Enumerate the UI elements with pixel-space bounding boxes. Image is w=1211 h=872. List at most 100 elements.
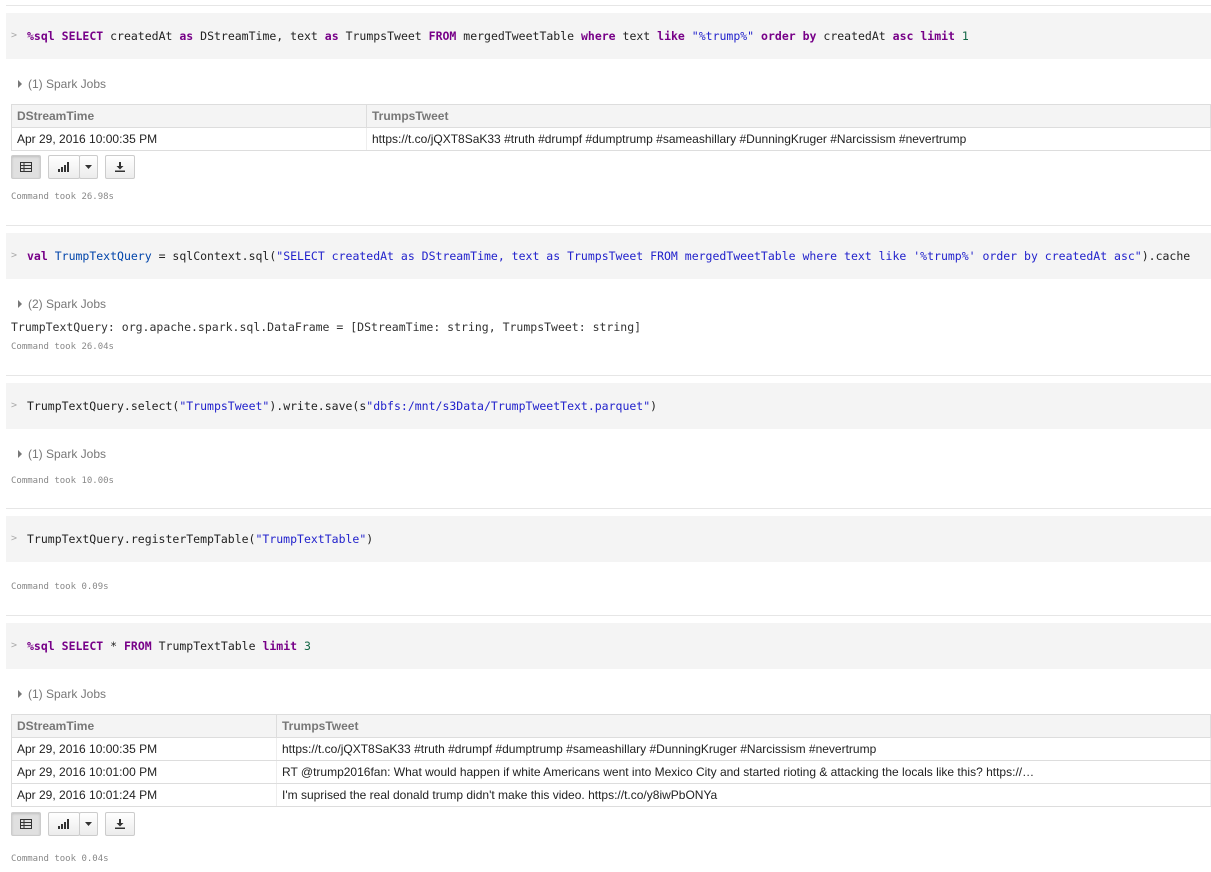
download-icon — [115, 819, 125, 829]
spark-jobs-toggle[interactable]: (2) Spark Jobs — [18, 297, 106, 311]
table-cell: Apr 29, 2016 10:01:00 PM — [11, 760, 277, 784]
spark-jobs-label: (1) Spark Jobs — [28, 447, 107, 461]
code-token: TrumpTextQuery.select( — [27, 399, 180, 413]
spark-jobs-label: (1) Spark Jobs — [28, 77, 107, 91]
code-token: "TrumpsTweet" — [179, 399, 270, 413]
command-editor[interactable]: > TrumpTextQuery.registerTempTable("Trum… — [6, 516, 1211, 562]
spark-jobs-label: (1) Spark Jobs — [28, 687, 107, 701]
code-token: limit — [262, 639, 298, 653]
code-token: TrumpTextQuery.registerTempTable( — [27, 532, 256, 546]
code-token: order — [761, 29, 796, 43]
download-button[interactable] — [105, 155, 135, 179]
code-token: TrumpsTweet — [338, 29, 429, 43]
command-took-label: Command took 0.09s — [11, 582, 109, 592]
notebook-cell-1: > %sql SELECT createdAt as DStreamTime, … — [6, 5, 1211, 213]
table-header-row: DStreamTime TrumpsTweet — [11, 714, 1211, 738]
table-view-button[interactable] — [11, 812, 41, 836]
code-line[interactable]: %sql SELECT * FROM TrumpTextTable limit … — [27, 623, 311, 669]
notebook-cell-4: > TrumpTextQuery.registerTempTable("Trum… — [6, 508, 1211, 603]
code-token: TrumpTextTable — [151, 639, 263, 653]
bar-chart-icon — [58, 162, 69, 172]
command-editor[interactable]: > val TrumpTextQuery = sqlContext.sql("S… — [6, 233, 1211, 279]
expand-arrow-icon — [18, 299, 22, 308]
code-token: like — [657, 29, 685, 43]
result-table: DStreamTime TrumpsTweet Apr 29, 2016 10:… — [11, 104, 1211, 151]
code-line[interactable]: val TrumpTextQuery = sqlContext.sql("SEL… — [27, 233, 1190, 279]
command-took-label: Command took 10.00s — [11, 476, 114, 486]
spark-jobs-toggle[interactable]: (1) Spark Jobs — [18, 447, 106, 461]
code-token: createdAt — [816, 29, 893, 43]
column-header[interactable]: TrumpsTweet — [276, 714, 1211, 738]
command-took-label: Command took 26.98s — [11, 192, 114, 202]
code-token: = sqlContext.sql( — [151, 249, 277, 263]
column-header[interactable]: DStreamTime — [11, 104, 367, 128]
code-token: val — [27, 249, 48, 263]
code-token: asc — [892, 29, 914, 43]
table-cell: Apr 29, 2016 10:00:35 PM — [11, 127, 367, 151]
table-cell: Apr 29, 2016 10:01:24 PM — [11, 783, 277, 807]
result-table: DStreamTime TrumpsTweet Apr 29, 2016 10:… — [11, 714, 1211, 807]
code-token: SELECT — [61, 29, 104, 43]
cell-prompt-icon: > — [11, 400, 18, 411]
code-token: ).write.save(s — [269, 399, 367, 413]
command-editor[interactable]: > TrumpTextQuery.select("TrumpsTweet").w… — [6, 383, 1211, 429]
code-token: * — [103, 639, 124, 653]
table-cell: https://t.co/jQXT8SaK33 #truth #drumpf #… — [366, 127, 1211, 151]
cell-prompt-icon: > — [11, 640, 18, 651]
code-token: DStreamTime, text — [193, 29, 325, 43]
chart-options-dropdown[interactable] — [79, 812, 98, 836]
cell-prompt-icon: > — [11, 250, 18, 261]
bar-chart-icon — [58, 819, 69, 829]
table-cell: RT @trump2016fan: What would happen if w… — [276, 760, 1211, 784]
table-icon — [20, 819, 32, 829]
notebook-cell-5: > %sql SELECT * FROM TrumpTextTable limi… — [6, 615, 1211, 872]
code-token: SELECT — [61, 639, 104, 653]
table-row: Apr 29, 2016 10:01:24 PM I'm suprised th… — [11, 783, 1211, 807]
code-token: "TrumpTextTable" — [255, 532, 367, 546]
code-token: FROM — [123, 639, 152, 653]
code-token: by — [802, 29, 817, 43]
expand-arrow-icon — [18, 79, 22, 88]
code-token: createdAt — [103, 29, 180, 43]
column-header[interactable]: DStreamTime — [11, 714, 277, 738]
chart-view-button[interactable] — [48, 812, 80, 836]
table-view-button[interactable] — [11, 155, 41, 179]
code-line[interactable]: TrumpTextQuery.select("TrumpsTweet").wri… — [27, 383, 657, 429]
code-line[interactable]: TrumpTextQuery.registerTempTable("TrumpT… — [27, 516, 373, 562]
code-token: 1 — [961, 29, 969, 43]
table-cell: https://t.co/jQXT8SaK33 #truth #drumpf #… — [276, 737, 1211, 761]
code-token: FROM — [428, 29, 457, 43]
chart-view-button[interactable] — [48, 155, 80, 179]
notebook-cell-3: > TrumpTextQuery.select("TrumpsTweet").w… — [6, 375, 1211, 496]
table-row: Apr 29, 2016 10:00:35 PM https://t.co/jQ… — [11, 737, 1211, 761]
command-editor[interactable]: > %sql SELECT createdAt as DStreamTime, … — [6, 13, 1211, 59]
code-token: mergedTweetTable — [456, 29, 581, 43]
download-button[interactable] — [105, 812, 135, 836]
cell-prompt-icon: > — [11, 533, 18, 544]
chevron-down-icon — [85, 822, 92, 826]
chart-options-dropdown[interactable] — [79, 155, 98, 179]
code-token: text — [615, 29, 658, 43]
command-editor[interactable]: > %sql SELECT * FROM TrumpTextTable limi… — [6, 623, 1211, 669]
result-output: TrumpTextQuery: org.apache.spark.sql.Dat… — [11, 320, 642, 334]
code-token: as — [179, 29, 194, 43]
code-token: ) — [650, 399, 658, 413]
code-line[interactable]: %sql SELECT createdAt as DStreamTime, te… — [27, 13, 969, 59]
column-header[interactable]: TrumpsTweet — [366, 104, 1211, 128]
expand-arrow-icon — [18, 449, 22, 458]
code-token: where — [580, 29, 616, 43]
table-row: Apr 29, 2016 10:01:00 PM RT @trump2016fa… — [11, 760, 1211, 784]
spark-jobs-label: (2) Spark Jobs — [28, 297, 107, 311]
expand-arrow-icon — [18, 689, 22, 698]
spark-jobs-toggle[interactable]: (1) Spark Jobs — [18, 77, 106, 91]
code-token: "SELECT createdAt as DStreamTime, text a… — [276, 249, 1142, 263]
code-token: ) — [366, 532, 374, 546]
spark-jobs-toggle[interactable]: (1) Spark Jobs — [18, 687, 106, 701]
code-token: "%trump%" — [691, 29, 755, 43]
command-took-label: Command took 0.04s — [11, 854, 109, 864]
